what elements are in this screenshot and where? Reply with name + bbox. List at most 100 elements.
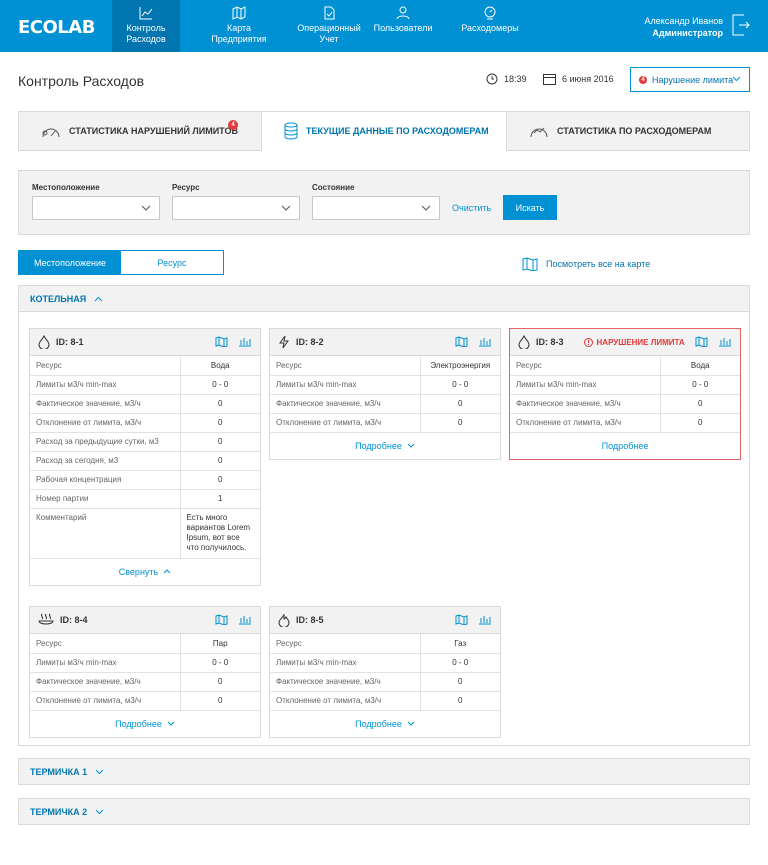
row-value: 0 - 0 (419, 653, 500, 673)
limit-dropdown-label: Нарушение лимита (652, 74, 734, 85)
nav-item-flowmeters[interactable]: Расходомеры (446, 0, 534, 52)
card-header: ID: 8-3 НАРУШЕНИЕ ЛИМИТА (510, 329, 740, 356)
bar-chart-icon[interactable] (478, 336, 492, 347)
meter-card: ID: 8-2 Ресурс Электроэнергия Лимиты м3/ч… (269, 328, 501, 460)
row-value: Вода (659, 356, 740, 376)
collapse-label: Свернуть (118, 566, 159, 577)
toggle-resource[interactable]: Ресурс (121, 251, 223, 274)
bar-chart-icon[interactable] (238, 336, 252, 347)
table-row: Фактическое значение, м3/ч 0 (510, 394, 740, 414)
table-row: Отклонение от лимита, м3/ч 0 (270, 413, 500, 433)
table-row: Лимиты м3/ч min-max 0 - 0 (270, 653, 500, 673)
user-info[interactable]: Александр Иванов Администратор (645, 15, 723, 39)
details-label: Подробнее (601, 440, 649, 451)
search-button[interactable]: Искать (503, 195, 557, 220)
details-label: Подробнее (355, 440, 402, 451)
view-all-on-map-link[interactable]: Посмотреть все на карте (522, 257, 650, 271)
tab-flowmeter-stats[interactable]: СТАТИСТИКА ПО РАСХОДОМЕРАМ (506, 111, 750, 151)
toggle-location[interactable]: Местоположение (19, 251, 121, 274)
group-by-toggle: Местоположение Ресурс (18, 250, 224, 275)
map-icon[interactable] (215, 614, 228, 625)
top-navigation-bar: ECOLAB Контроль Расходов Карта Предприят… (0, 0, 768, 52)
row-label: Фактическое значение, м3/ч (30, 672, 180, 692)
details-link[interactable]: Подробнее (510, 433, 740, 459)
section-header-thermal-1[interactable]: ТЕРМИЧКА 1 (18, 758, 750, 785)
ecolab-logo[interactable]: ECOLAB (18, 17, 95, 38)
logout-icon[interactable] (732, 14, 750, 36)
table-row: Расход за сегодня, м3 0 (30, 451, 260, 471)
nav-label: Операционный Учет (297, 23, 361, 44)
row-label: Фактическое значение, м3/ч (510, 394, 660, 414)
bar-chart-icon[interactable] (478, 614, 492, 625)
page-title: Контроль Расходов (18, 73, 145, 89)
tab-current-flowmeter-data[interactable]: ТЕКУЩИЕ ДАННЫЕ ПО РАСХОДОМЕРАМ (262, 111, 506, 151)
details-link[interactable]: Подробнее (270, 711, 500, 737)
meter-card: ID: 8-5 Ресурс Газ Лимиты м3/ч min-max 0 -… (269, 606, 501, 738)
tab-limit-violation-stats[interactable]: СТАТИСТИКА НАРУШЕНИЙ ЛИМИТОВ 4 (18, 111, 262, 151)
chevron-down-icon (421, 205, 431, 211)
clear-link[interactable]: Очистить (452, 203, 491, 213)
main-tabs: СТАТИСТИКА НАРУШЕНИЙ ЛИМИТОВ 4 ТЕКУЩИЕ Д… (18, 111, 750, 151)
limit-violation-badge: НАРУШЕНИЕ ЛИМИТА (583, 337, 685, 347)
row-value: 0 - 0 (179, 375, 260, 395)
details-link[interactable]: Подробнее (270, 433, 500, 459)
table-row: Фактическое значение, м3/ч 0 (30, 672, 260, 692)
water-drop-icon (38, 335, 50, 349)
row-label: Ресурс (270, 634, 420, 654)
meter-id: ID: 8-5 (296, 615, 324, 625)
nav-item-users[interactable]: Пользователи (360, 0, 446, 52)
nav-item-expense-control[interactable]: Контроль Расходов (112, 0, 180, 52)
row-label: Фактическое значение, м3/ч (270, 394, 420, 414)
details-label: Подробнее (115, 718, 162, 729)
map-icon[interactable] (215, 336, 228, 347)
row-label: Отклонение от лимита, м3/ч (30, 691, 180, 711)
chart-line-icon (139, 7, 153, 20)
details-link[interactable]: Подробнее (30, 711, 260, 737)
row-value: 0 (179, 432, 260, 452)
user-name: Александр Иванов (644, 16, 723, 26)
location-select[interactable] (32, 196, 160, 220)
resource-label: Ресурс (172, 183, 200, 192)
table-row: Фактическое значение, м3/ч 0 (30, 394, 260, 414)
map-icon[interactable] (455, 614, 468, 625)
bar-chart-icon[interactable] (238, 614, 252, 625)
bar-chart-icon[interactable] (718, 336, 732, 347)
collapse-link[interactable]: Свернуть (30, 559, 260, 585)
table-row: Комментарий Есть много вариантов Lorem Ip… (30, 508, 260, 559)
resource-select[interactable] (172, 196, 300, 220)
map-icon[interactable] (455, 336, 468, 347)
row-label: Лимиты м3/ч min-max (270, 653, 420, 673)
time-value: 18:39 (504, 74, 527, 84)
row-value: Пар (179, 634, 260, 654)
table-row: Отклонение от лимита, м3/ч 0 (270, 691, 500, 711)
table-row: Лимиты м3/ч min-max 0 - 0 (270, 375, 500, 395)
filter-panel: Местоположение Ресурс Состояние Очистить… (18, 170, 750, 235)
nav-item-operational-accounting[interactable]: Операционный Учет (297, 0, 361, 52)
map-link-label: Посмотреть все на карте (546, 259, 651, 269)
table-row: Фактическое значение, м3/ч 0 (270, 672, 500, 692)
nav-label: Контроль Расходов (126, 23, 166, 44)
row-value: 0 (179, 413, 260, 433)
row-label: Фактическое значение, м3/ч (270, 672, 420, 692)
limit-violation-dropdown[interactable]: 4 Нарушение лимита (630, 67, 750, 92)
section-header-boiler[interactable]: КОТЕЛЬНАЯ (18, 285, 750, 312)
tab-label: СТАТИСТИКА ПО РАСХОДОМЕРАМ (557, 126, 712, 136)
nav-item-enterprise-map[interactable]: Карта Предприятия (180, 0, 298, 52)
map-icon[interactable] (695, 336, 708, 347)
current-date: 6 июня 2016 (543, 73, 614, 85)
row-value: 0 (179, 451, 260, 471)
row-label: Ресурс (30, 356, 180, 376)
state-select[interactable] (312, 196, 440, 220)
user-role: Администратор (652, 28, 723, 38)
chevron-down-icon (281, 205, 291, 211)
table-row: Ресурс Электроэнергия (270, 356, 500, 376)
section-header-thermal-2[interactable]: ТЕРМИЧКА 2 (18, 798, 750, 825)
warning-icon (583, 337, 593, 347)
row-label: Фактическое значение, м3/ч (30, 394, 180, 414)
row-value: 0 (179, 394, 260, 414)
gauge-icon (42, 128, 60, 138)
meter-card-alert: ID: 8-3 НАРУШЕНИЕ ЛИМИТА Ресурс Вода Лими… (509, 328, 741, 460)
meter-id: ID: 8-2 (296, 337, 324, 347)
date-value: 6 июня 2016 (562, 74, 614, 84)
table-row: Отклонение от лимита, м3/ч 0 (30, 691, 260, 711)
